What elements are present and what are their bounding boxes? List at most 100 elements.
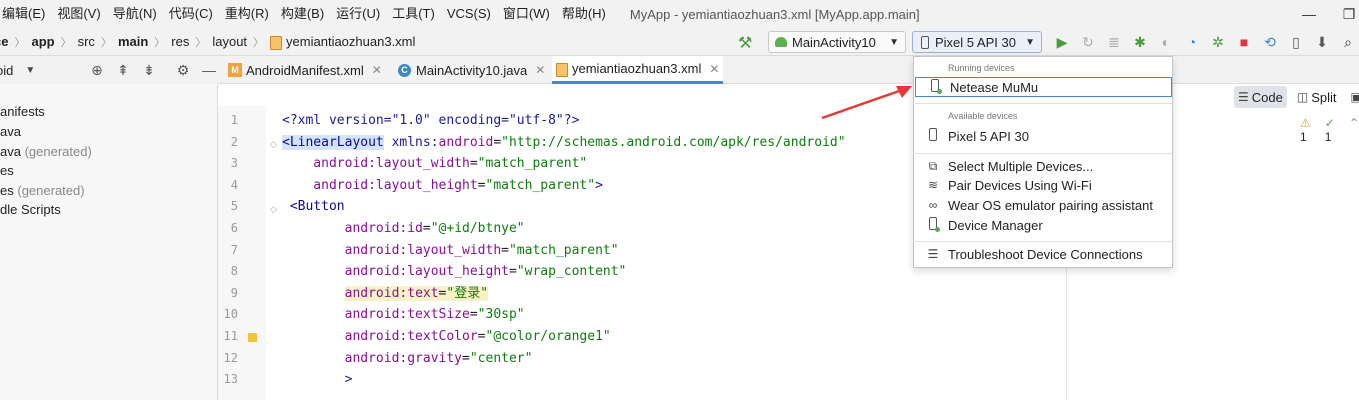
tab-main-activity[interactable]: C MainActivity10.java ✕ — [398, 56, 545, 84]
tree-item[interactable]: ava (generated) — [0, 142, 92, 162]
fold-icon[interactable]: ◇ — [270, 139, 278, 149]
code-line[interactable]: android:text="登录" — [282, 283, 489, 305]
code-line[interactable]: <?xml version="1.0" encoding="utf-8"?> — [282, 110, 579, 132]
menu-item[interactable]: 帮助(H) — [556, 0, 612, 28]
device-item-netease-mumu[interactable]: Netease MuMu — [915, 77, 1172, 97]
device-manager-toolbar-icon[interactable]: ▯ — [1286, 32, 1306, 52]
code-line[interactable]: <Button — [282, 196, 345, 218]
apply-changes-icon[interactable]: ≣ — [1104, 32, 1124, 52]
menu-item[interactable]: 导航(N) — [107, 0, 163, 28]
code-mode-button[interactable]: ☰ Code — [1234, 86, 1287, 108]
tree-item[interactable]: ava — [0, 122, 21, 142]
code-line[interactable]: android:layout_height="wrap_content" — [282, 261, 627, 283]
phone-icon — [926, 128, 940, 144]
breadcrumb-item[interactable]: layout — [212, 34, 247, 49]
code-line[interactable]: <LinearLayout xmlns:android="http://sche… — [282, 132, 846, 154]
close-icon[interactable]: ✕ — [372, 63, 382, 77]
breadcrumb-item[interactable]: ce — [0, 34, 8, 49]
coverage-icon[interactable]: ◐ — [1156, 32, 1176, 52]
code-token: android:textColor — [282, 329, 478, 344]
color-preview-icon[interactable] — [248, 333, 257, 342]
project-panel-header: oid ▼ ⊕ ⇞ ⇟ ⚙ — — [0, 56, 218, 84]
stop-icon[interactable]: ■ — [1234, 32, 1254, 52]
menu-item[interactable]: 运行(U) — [330, 0, 386, 28]
code-line[interactable]: android:textColor="@color/orange1" — [282, 326, 611, 348]
code-line[interactable]: android:layout_width="match_parent" — [282, 240, 619, 262]
run-config-dropdown[interactable]: MainActivity10 ▼ — [768, 31, 906, 53]
menu-item[interactable]: 工具(T) — [386, 0, 441, 28]
hide-icon[interactable]: — — [200, 60, 218, 80]
run-icon[interactable]: ▶ — [1052, 32, 1072, 52]
locate-icon[interactable]: ⊕ — [88, 60, 106, 80]
menu-items: 编辑(E) 视图(V) 导航(N) 代码(C) 重构(R) 构建(B) 运行(U) 工具(T)… — [0, 0, 612, 28]
search-icon[interactable]: ⌕ — [1338, 32, 1358, 52]
menu-item[interactable]: 重构(R) — [219, 0, 275, 28]
troubleshoot-item[interactable]: ☰ Troubleshoot Device Connections — [914, 244, 1172, 264]
menu-item[interactable]: 窗口(W) — [497, 0, 556, 28]
split-mode-button[interactable]: ◫ Split — [1293, 86, 1341, 108]
select-multiple-devices-item[interactable]: ⧉ Select Multiple Devices... — [914, 156, 1172, 176]
tree-item[interactable]: es (generated) — [0, 181, 85, 201]
device-item-pixel5[interactable]: Pixel 5 API 30 — [914, 126, 1172, 146]
code-line[interactable]: android:gravity="center" — [282, 348, 533, 370]
device-item-label: Pixel 5 API 30 — [948, 128, 1029, 144]
code-line[interactable]: android:layout_height="match_parent"> — [282, 175, 603, 197]
menu-item-label: Select Multiple Devices... — [948, 158, 1094, 174]
gear-icon[interactable]: ⚙ — [174, 60, 192, 80]
design-mode-button[interactable]: ▣ — [1346, 86, 1359, 108]
code-token: "http://schemas.android.com/apk/res/andr… — [501, 134, 846, 150]
tab-android-manifest[interactable]: M AndroidManifest.xml ✕ — [228, 56, 382, 84]
pair-wifi-item[interactable]: ≋ Pair Devices Using Wi-Fi — [914, 175, 1172, 195]
code-line[interactable]: android:id="@+id/btnye" — [282, 218, 525, 240]
rerun-icon[interactable]: ↻ — [1078, 32, 1098, 52]
expand-all-icon[interactable]: ⇞ — [114, 60, 132, 80]
code-line[interactable]: > — [282, 369, 353, 391]
breadcrumb-item[interactable]: src — [78, 34, 95, 49]
device-manager-item[interactable]: Device Manager — [914, 215, 1172, 235]
wear-os-pairing-item[interactable]: ∞ Wear OS emulator pairing assistant — [914, 195, 1172, 215]
breadcrumb-item[interactable]: app — [31, 34, 54, 49]
code-token: android:textSize — [282, 307, 470, 323]
tree-item[interactable]: es — [0, 161, 14, 181]
breadcrumb-item[interactable]: res — [171, 34, 189, 49]
sdk-manager-icon[interactable]: ⬇ — [1312, 32, 1332, 52]
minimize-button[interactable]: — — [1294, 0, 1324, 28]
toolbar-actions: ▶ ↻ ≣ ✱ ◐ ◔ ✲ ■ ⟲ ▯ ⬇ ⌕ — [1052, 32, 1358, 52]
hammer-icon[interactable]: ⚒ — [738, 33, 752, 53]
tree-item-label: es — [0, 163, 14, 178]
menu-item[interactable]: 视图(V) — [51, 0, 106, 28]
close-icon[interactable]: ✕ — [535, 63, 545, 77]
tree-item[interactable]: anifests — [0, 102, 45, 122]
attach-debugger-icon[interactable]: ✲ — [1208, 32, 1228, 52]
tab-yemiantiaozhuan3[interactable]: yemiantiaozhuan3.xml ✕ — [552, 56, 724, 84]
menu-item[interactable]: 代码(C) — [163, 0, 219, 28]
tree-item-label: dle Scripts — [0, 202, 61, 217]
restore-button[interactable]: ❐ — [1334, 0, 1359, 28]
inspection-widget[interactable]: ⚠ 1 ✓ 1 ⌃ — [1300, 116, 1359, 144]
navigation-bar: ce 〉 app 〉 src 〉 main 〉 res 〉 layout 〉 yemiant… — [0, 28, 1359, 56]
close-icon[interactable]: ✕ — [709, 62, 719, 76]
fold-icon[interactable]: ◇ — [270, 204, 278, 214]
debug-icon[interactable]: ✱ — [1130, 32, 1150, 52]
profile-icon[interactable]: ◔ — [1182, 32, 1202, 52]
menu-item[interactable]: 构建(B) — [275, 0, 330, 28]
code-token: = — [477, 329, 486, 344]
device-selector-dropdown[interactable]: Pixel 5 API 30 ▼ — [912, 31, 1042, 53]
chevron-up-icon[interactable]: ⌃ — [1349, 116, 1359, 144]
collapse-all-icon[interactable]: ⇟ — [140, 60, 158, 80]
code-token: "wrap_content" — [516, 264, 627, 280]
code-line[interactable]: android:textSize="30sp" — [282, 304, 525, 326]
code-token: = — [422, 221, 431, 236]
sync-gradle-icon[interactable]: ⟲ — [1260, 32, 1280, 52]
tree-item[interactable]: dle Scripts — [0, 200, 61, 220]
code-line[interactable]: android:layout_width="match_parent" — [282, 153, 587, 175]
tab-label: MainActivity10.java — [416, 62, 528, 78]
menu-item[interactable]: 编辑(E) — [0, 0, 51, 28]
tree-item-label: ava — [0, 124, 21, 139]
menu-item[interactable]: VCS(S) — [441, 0, 497, 28]
chevron-down-icon[interactable]: ▼ — [25, 65, 35, 76]
breadcrumb-item[interactable]: main — [118, 34, 148, 49]
project-view-selector[interactable]: oid — [0, 63, 13, 78]
breadcrumb-item[interactable]: yemiantiaozhuan3.xml — [286, 34, 415, 49]
wifi-icon: ≋ — [927, 178, 939, 192]
